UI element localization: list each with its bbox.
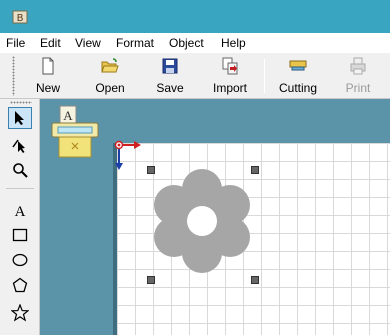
cutting-button[interactable]: Cutting	[272, 55, 324, 97]
node-edit-icon	[12, 139, 25, 153]
text-tool[interactable]: A	[8, 199, 32, 221]
save-button[interactable]: Save	[150, 55, 190, 97]
cutter-icon	[289, 60, 307, 71]
menu-format[interactable]: Format	[116, 36, 154, 50]
new-button[interactable]: New	[28, 55, 68, 97]
menu-help[interactable]: Help	[221, 36, 246, 50]
toolbox-grip[interactable]	[10, 101, 32, 104]
origin-marker	[114, 140, 141, 170]
open-folder-icon	[101, 58, 119, 73]
cutting-label: Cutting	[278, 81, 318, 95]
new-document-icon	[42, 57, 54, 75]
text-tool-icon: A	[15, 204, 26, 218]
selection-handle-top-right[interactable]	[251, 166, 259, 174]
zoom-tool[interactable]	[8, 159, 32, 181]
toolbar: New Open Save Import Cutting Print	[0, 53, 390, 99]
menu-bar: File Edit View Format Object Help	[0, 33, 390, 53]
save-disk-icon	[162, 58, 178, 74]
print-button[interactable]: Print	[338, 55, 378, 97]
select-arrow-icon	[15, 111, 24, 125]
toolbar-grip[interactable]	[12, 56, 15, 96]
selection-handle-bottom-left[interactable]	[147, 276, 155, 284]
new-label: New	[35, 81, 60, 95]
open-label: Open	[95, 81, 125, 95]
selection-handle-bottom-right[interactable]	[251, 276, 259, 284]
star-icon	[11, 304, 29, 322]
select-tool[interactable]	[8, 107, 32, 129]
menu-edit[interactable]: Edit	[40, 36, 61, 50]
save-label: Save	[156, 81, 184, 95]
printer-icon	[350, 57, 366, 75]
app-icon: B	[12, 10, 28, 24]
open-button[interactable]: Open	[88, 55, 132, 97]
zoom-icon	[13, 163, 28, 178]
svg-text:A: A	[15, 204, 26, 218]
import-icon	[222, 57, 238, 75]
star-tool[interactable]	[8, 302, 32, 324]
menu-view[interactable]: View	[75, 36, 101, 50]
canvas-workspace[interactable]: A	[40, 99, 390, 335]
import-button[interactable]: Import	[205, 55, 255, 97]
pentagon-tool[interactable]	[8, 274, 32, 296]
menu-object[interactable]: Object	[169, 36, 204, 50]
rectangle-tool[interactable]	[8, 224, 32, 246]
ellipse-tool[interactable]	[8, 249, 32, 271]
node-edit-tool[interactable]	[8, 134, 32, 156]
title-bar: B	[0, 0, 390, 33]
flower-shape[interactable]	[152, 167, 252, 275]
menu-file[interactable]: File	[6, 36, 25, 50]
pentagon-icon	[12, 277, 28, 293]
toolbar-separator	[264, 59, 265, 93]
svg-text:B: B	[17, 13, 24, 24]
toolbox-separator	[6, 188, 34, 189]
toolbox: A	[0, 99, 40, 335]
ellipse-icon	[12, 253, 28, 267]
cutter-device-icon[interactable]: A	[50, 105, 100, 161]
import-label: Import	[212, 81, 247, 95]
print-label: Print	[345, 81, 371, 95]
cutter-label: A	[63, 108, 73, 123]
rectangle-icon	[12, 228, 28, 242]
